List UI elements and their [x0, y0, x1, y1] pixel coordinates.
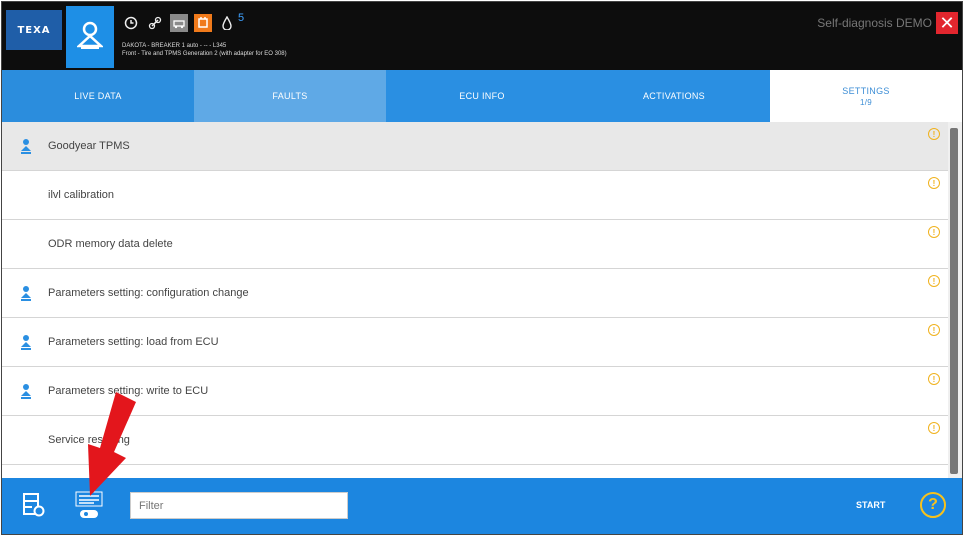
tab-activations[interactable]: ACTIVATIONS	[578, 70, 770, 122]
device-icon	[18, 381, 34, 401]
tab-bar: LIVE DATA FAULTS ECU INFO ACTIVATIONS SE…	[2, 70, 962, 122]
list-item[interactable]: Goodyear TPMS !	[2, 122, 948, 171]
list-scrollbar[interactable]	[948, 122, 962, 478]
top-bar: TEXA 5 DAKOTA - BREAKER 1 auto - -- - L3…	[2, 2, 962, 70]
scrollbar-thumb[interactable]	[950, 128, 958, 474]
report-icon[interactable]	[22, 492, 46, 518]
info-icon[interactable]: !	[928, 226, 940, 238]
info-icon[interactable]: !	[928, 373, 940, 385]
help-button[interactable]: ?	[920, 492, 946, 518]
tab-settings[interactable]: SETTINGS 1/9	[770, 70, 962, 122]
tab-label: ECU INFO	[459, 91, 505, 101]
vehicle-info: DAKOTA - BREAKER 1 auto - -- - L345 Fron…	[122, 42, 287, 58]
app-window: TEXA 5 DAKOTA - BREAKER 1 auto - -- - L3…	[1, 1, 963, 535]
list-item-label: Parameters setting: configuration change	[48, 287, 249, 299]
info-icon[interactable]: !	[928, 275, 940, 287]
clock-icon[interactable]	[122, 14, 140, 32]
info-icon[interactable]: !	[928, 177, 940, 189]
tab-live-data[interactable]: LIVE DATA	[2, 70, 194, 122]
device-icon	[18, 283, 34, 303]
vehicle-info-line1: DAKOTA - BREAKER 1 auto - -- - L345	[122, 43, 227, 49]
tab-label: ACTIVATIONS	[643, 91, 705, 101]
list-item-label: ilvl calibration	[48, 189, 115, 201]
close-button[interactable]: ✕	[936, 12, 958, 34]
connector-icon[interactable]	[194, 14, 212, 32]
list-item[interactable]: Parameters setting: configuration change…	[2, 269, 948, 318]
list-item-label: Parameters setting: load from ECU	[48, 336, 219, 348]
start-button[interactable]: START	[856, 500, 885, 510]
list-item[interactable]: ilvl calibration !	[2, 171, 948, 220]
link-icon[interactable]	[146, 14, 164, 32]
tab-label: SETTINGS	[842, 85, 890, 96]
list-item-label: Goodyear TPMS	[48, 140, 130, 152]
info-icon[interactable]: !	[928, 422, 940, 434]
status-icons: 5	[122, 12, 244, 34]
user-icon	[75, 20, 105, 55]
annotation-arrow	[88, 392, 136, 496]
tab-faults[interactable]: FAULTS	[194, 70, 386, 122]
tab-page-indicator: 1/9	[859, 97, 873, 107]
info-icon[interactable]: !	[928, 128, 940, 140]
demo-label: Self-diagnosis DEMO	[817, 16, 932, 30]
vehicle-info-line2: Front - Tire and TPMS Generation 2 (with…	[122, 51, 287, 57]
texa-logo: TEXA	[6, 10, 62, 50]
notification-count: 5	[238, 12, 245, 24]
filter-input[interactable]	[130, 492, 348, 519]
tab-ecu-info[interactable]: ECU INFO	[386, 70, 578, 122]
list-item[interactable]: ODR memory data delete !	[2, 220, 948, 269]
device-icon	[18, 332, 34, 352]
bottom-bar: START ?	[2, 478, 962, 534]
tab-label: FAULTS	[272, 91, 308, 101]
help-icon: ?	[928, 496, 938, 513]
list-item-label: ODR memory data delete	[48, 238, 173, 250]
tab-label: LIVE DATA	[74, 91, 122, 101]
close-icon: ✕	[939, 12, 955, 33]
drop-icon[interactable]	[218, 14, 236, 32]
info-icon[interactable]: !	[928, 324, 940, 336]
device-icon	[18, 136, 34, 156]
list-item[interactable]: Parameters setting: load from ECU !	[2, 318, 948, 367]
user-profile-button[interactable]	[66, 6, 114, 68]
car-icon[interactable]	[170, 14, 188, 32]
